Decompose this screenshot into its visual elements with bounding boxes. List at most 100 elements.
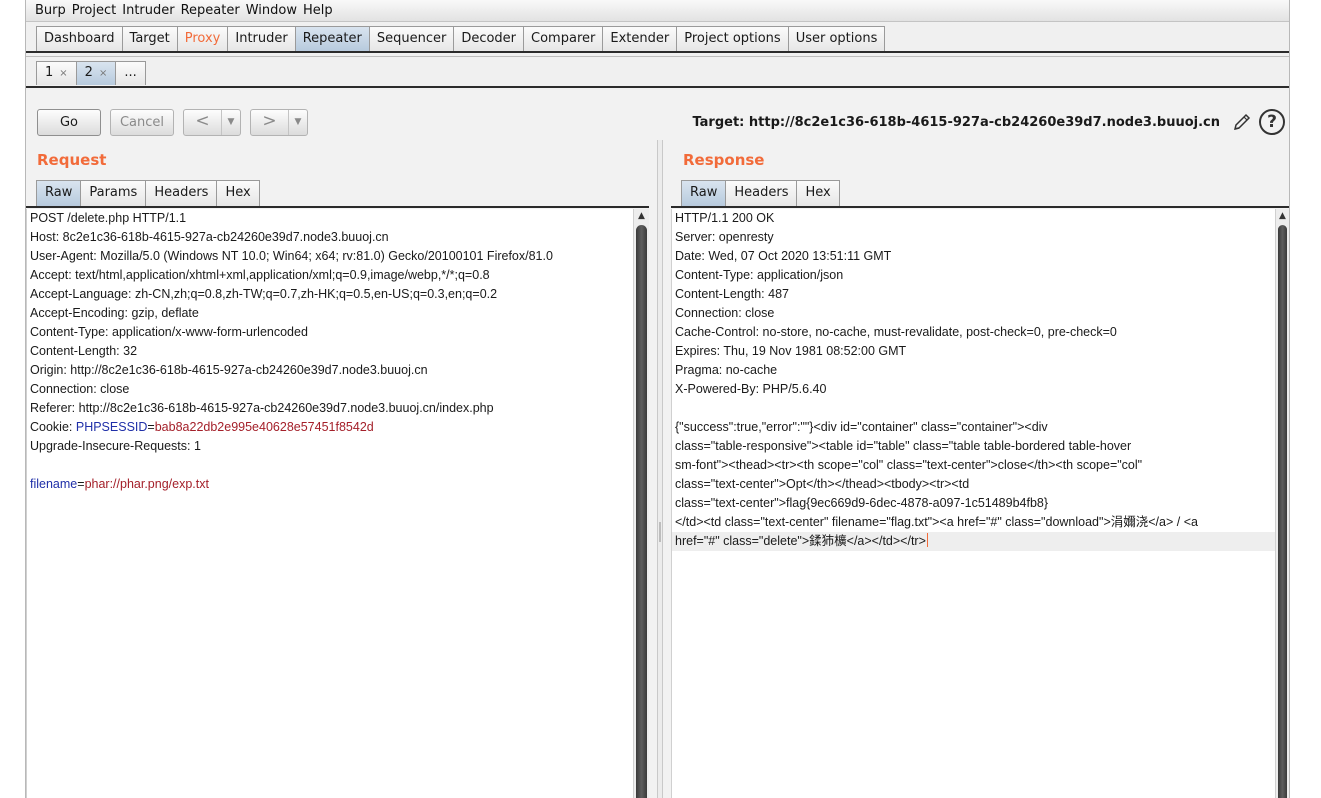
- request-title: Request: [37, 151, 107, 169]
- close-icon[interactable]: ×: [59, 68, 67, 79]
- chevron-down-icon[interactable]: ▼: [222, 110, 240, 135]
- response-line: [672, 399, 1275, 418]
- tab-extender[interactable]: Extender: [602, 26, 678, 51]
- scroll-thumb[interactable]: [1278, 225, 1287, 798]
- response-line: X-Powered-By: PHP/5.6.40: [675, 382, 827, 396]
- request-scrollbar[interactable]: ▲: [633, 209, 649, 798]
- request-line: Accept-Encoding: gzip, deflate: [30, 306, 199, 320]
- repeater-tab-label: 2: [84, 65, 93, 80]
- response-editor[interactable]: HTTP/1.1 200 OK Server: openresty Date: …: [671, 209, 1275, 798]
- response-line-text: href="#" class="delete">鍒犻櫎</a></td></tr…: [675, 534, 926, 548]
- menu-project[interactable]: Project: [72, 3, 116, 18]
- response-line: class="text-center">Opt</th></thead><tbo…: [675, 477, 970, 491]
- response-line: </td><td class="text-center" filename="f…: [675, 515, 1198, 529]
- help-icon[interactable]: ?: [1259, 109, 1285, 135]
- tab-target[interactable]: Target: [121, 26, 178, 51]
- tab-decoder[interactable]: Decoder: [453, 26, 525, 51]
- cookie-equals: =: [147, 420, 155, 434]
- request-line: Upgrade-Insecure-Requests: 1: [30, 439, 201, 453]
- response-tab-hex[interactable]: Hex: [796, 180, 840, 206]
- menu-bar: Burp Project Intruder Repeater Window He…: [26, 0, 1289, 22]
- repeater-tab-2[interactable]: 2 ×: [75, 61, 117, 85]
- menu-window[interactable]: Window: [246, 3, 297, 18]
- request-tabs: Raw Params Headers Hex: [36, 180, 260, 206]
- response-title: Response: [683, 151, 765, 169]
- request-tab-params[interactable]: Params: [80, 180, 147, 206]
- close-icon[interactable]: ×: [99, 68, 107, 79]
- pencil-icon[interactable]: [1231, 111, 1253, 133]
- scroll-up-icon[interactable]: ▲: [634, 211, 649, 221]
- response-line: Connection: close: [675, 306, 775, 320]
- cookie-value: bab8a22db2e995e40628e57451f8542d: [154, 420, 374, 434]
- request-line: Content-Type: application/x-www-form-url…: [30, 325, 308, 339]
- scroll-thumb[interactable]: [636, 225, 647, 798]
- request-line: Content-Length: 32: [30, 344, 138, 358]
- response-pane: Response Raw Headers Hex HTTP/1.1 200 OK…: [671, 140, 1289, 798]
- tab-repeater[interactable]: Repeater: [294, 26, 370, 51]
- burp-window: Burp Project Intruder Repeater Window He…: [25, 0, 1290, 798]
- chevron-down-icon[interactable]: ▼: [289, 110, 307, 135]
- response-line: {"success":true,"error":""}<div id="cont…: [675, 420, 1048, 434]
- tab-proxy[interactable]: Proxy: [176, 26, 229, 51]
- request-editor[interactable]: POST /delete.php HTTP/1.1 Host: 8c2e1c36…: [26, 209, 633, 798]
- request-line: Host: 8c2e1c36-618b-4615-927a-cb24260e39…: [30, 230, 389, 244]
- tab-project-options[interactable]: Project options: [676, 26, 789, 51]
- text-caret: [926, 533, 928, 547]
- splitter-grip: [659, 522, 661, 542]
- request-line: Connection: close: [30, 382, 130, 396]
- response-line: sm-font"><thead><tr><th scope="col" clas…: [675, 458, 1143, 472]
- repeater-tab-new[interactable]: ...: [115, 61, 146, 85]
- request-tab-hex[interactable]: Hex: [216, 180, 260, 206]
- repeater-tab-bar: 1 × 2 × ...: [26, 57, 1289, 90]
- response-line: Content-Type: application/json: [675, 268, 844, 282]
- menu-burp[interactable]: Burp: [35, 3, 66, 18]
- response-line: Expires: Thu, 19 Nov 1981 08:52:00 GMT: [675, 344, 907, 358]
- tab-user-options[interactable]: User options: [787, 26, 886, 51]
- response-tab-raw[interactable]: Raw: [681, 180, 727, 206]
- request-tab-headers[interactable]: Headers: [145, 180, 218, 206]
- response-tab-headers[interactable]: Headers: [725, 180, 798, 206]
- menu-repeater[interactable]: Repeater: [181, 3, 240, 18]
- request-line: Origin: http://8c2e1c36-618b-4615-927a-c…: [30, 363, 428, 377]
- main-tab-bar: Dashboard Target Proxy Intruder Repeater…: [26, 22, 1289, 57]
- cookie-name: PHPSESSID: [75, 420, 148, 434]
- menu-help[interactable]: Help: [303, 3, 333, 18]
- tab-comparer[interactable]: Comparer: [523, 26, 604, 51]
- response-line: Server: openresty: [675, 230, 774, 244]
- forward-button[interactable]: > ▼: [250, 109, 308, 136]
- scroll-up-icon[interactable]: ▲: [1276, 211, 1289, 221]
- response-tabs: Raw Headers Hex: [681, 180, 840, 206]
- tab-dashboard[interactable]: Dashboard: [36, 26, 123, 51]
- param-equals: =: [77, 477, 85, 491]
- tab-underline: [26, 86, 1289, 88]
- response-line: class="text-center">flag{9ec669d9-6dec-4…: [675, 496, 1049, 510]
- request-pane: Request Raw Params Headers Hex POST /del…: [26, 140, 649, 798]
- pane-splitter[interactable]: [657, 140, 663, 798]
- tab-underline: [671, 206, 1289, 208]
- request-line: User-Agent: Mozilla/5.0 (Windows NT 10.0…: [30, 249, 553, 263]
- tab-sequencer[interactable]: Sequencer: [368, 26, 455, 51]
- request-line: Accept: text/html,application/xhtml+xml,…: [30, 268, 490, 282]
- response-scrollbar[interactable]: ▲: [1275, 209, 1289, 798]
- chevron-left-icon: <: [184, 110, 222, 135]
- go-button[interactable]: Go: [37, 109, 101, 136]
- request-line: POST /delete.php HTTP/1.1: [30, 211, 187, 225]
- repeater-tab-1[interactable]: 1 ×: [36, 61, 77, 85]
- param-value: phar://phar.png/exp.txt: [84, 477, 209, 491]
- target-label: Target: http://8c2e1c36-618b-4615-927a-c…: [692, 115, 1220, 130]
- request-body-line: filename=phar://phar.png/exp.txt: [27, 475, 633, 494]
- response-line: Pragma: no-cache: [675, 363, 778, 377]
- param-name: filename: [30, 477, 78, 491]
- request-blank-line: [27, 456, 633, 475]
- request-cookie-line: Cookie: PHPSESSID=bab8a22db2e995e40628e5…: [27, 418, 633, 437]
- back-button[interactable]: < ▼: [183, 109, 241, 136]
- cancel-button[interactable]: Cancel: [110, 109, 174, 136]
- response-line: Cache-Control: no-store, no-cache, must-…: [675, 325, 1117, 339]
- cookie-label: Cookie:: [30, 420, 76, 434]
- response-line: class="table-responsive"><table id="tabl…: [675, 439, 1132, 453]
- tab-intruder[interactable]: Intruder: [227, 26, 296, 51]
- tab-underline: [26, 51, 1289, 53]
- response-line-current: href="#" class="delete">鍒犻櫎</a></td></tr…: [672, 532, 1275, 551]
- menu-intruder[interactable]: Intruder: [122, 3, 174, 18]
- request-tab-raw[interactable]: Raw: [36, 180, 82, 206]
